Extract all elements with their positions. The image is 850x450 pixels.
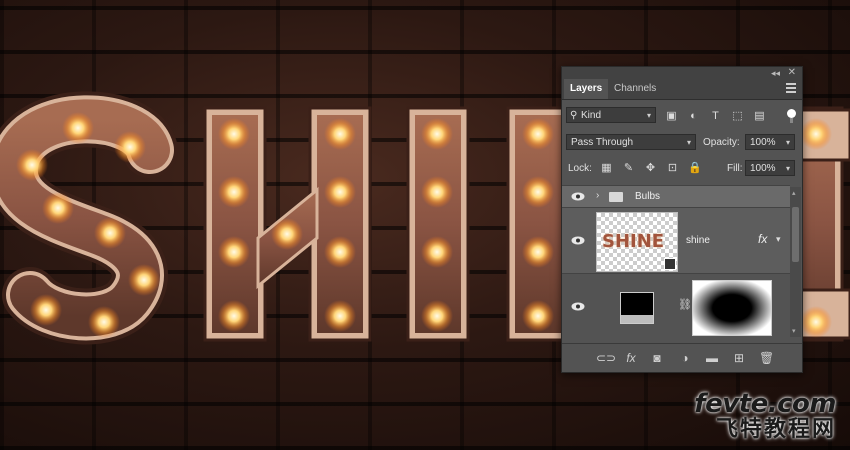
fill-label: Fill: xyxy=(727,163,743,174)
opacity-label: Opacity: xyxy=(703,137,740,148)
blend-row: Pass Through ▾ Opacity: 100% ▾ xyxy=(562,133,802,153)
layer-name: shine xyxy=(686,235,710,246)
blend-mode-value: Pass Through xyxy=(571,137,634,148)
filter-type-icon[interactable]: T xyxy=(709,110,722,123)
delete-layer-icon[interactable]: 🗑 xyxy=(759,351,774,365)
new-adjustment-layer-icon[interactable]: ◑ xyxy=(678,351,692,365)
visibility-eye-icon[interactable] xyxy=(571,302,585,311)
tab-layers[interactable]: Layers xyxy=(564,79,609,99)
chain-link-icon[interactable]: ⛓ xyxy=(678,298,692,311)
watermark: fevte.com 飞特教程网 xyxy=(694,390,836,442)
chevron-down-icon: ▾ xyxy=(785,164,790,173)
lock-artboard-icon[interactable]: ⊡ xyxy=(666,162,679,175)
layer-row-bulbs[interactable]: › Bulbs xyxy=(562,185,790,208)
thumbnail-text: SHINE xyxy=(602,231,665,252)
filter-kind-value: Kind xyxy=(581,110,602,121)
visibility-eye-icon[interactable] xyxy=(571,236,585,245)
scroll-thumb[interactable] xyxy=(792,207,799,262)
chevron-down-icon: ▾ xyxy=(785,138,790,147)
add-layer-style-icon[interactable]: fx xyxy=(624,351,638,365)
link-layers-icon[interactable]: ⊂⊃ xyxy=(596,351,616,365)
opacity-input[interactable]: 100% ▾ xyxy=(745,134,795,150)
lock-all-icon[interactable]: 🔒 xyxy=(688,162,702,175)
lock-row: Lock: ▦ ✎ ✥ ⊡ 🔒 Fill: 100% ▾ xyxy=(562,159,802,179)
filter-toggle-switch[interactable] xyxy=(787,109,796,123)
scroll-up-icon[interactable]: ▴ xyxy=(792,189,796,197)
filter-pixel-icon[interactable]: ▣ xyxy=(665,110,678,123)
panel-menu-icon[interactable] xyxy=(786,83,796,95)
panel-title-strip: ◂◂ ✕ xyxy=(562,67,802,79)
filter-adjustment-icon[interactable]: ◐ xyxy=(687,110,700,123)
panel-tabs: Layers Channels xyxy=(562,79,802,100)
scroll-down-icon[interactable]: ▾ xyxy=(792,327,796,335)
adjustment-thumbnail xyxy=(620,292,654,324)
layers-scrollbar[interactable]: ▴ ▾ xyxy=(790,187,801,337)
chevron-down-icon: ▾ xyxy=(686,138,691,147)
folder-icon xyxy=(609,192,623,202)
filter-row: ⚲ Kind ▾ ▣ ◐ T ⬚ ▤ xyxy=(562,106,802,126)
add-mask-icon[interactable]: ◙ xyxy=(650,351,664,365)
lock-label: Lock: xyxy=(568,163,592,174)
watermark-site: fevte.com xyxy=(694,389,836,419)
layer-row-adjustment[interactable]: ⛓ xyxy=(562,273,790,338)
new-group-icon[interactable]: ▬ xyxy=(705,351,719,365)
tab-channels[interactable]: Channels xyxy=(608,79,662,99)
layer-mask-thumbnail[interactable] xyxy=(692,280,772,336)
new-layer-icon[interactable]: ⊞ xyxy=(732,351,746,365)
lock-transparent-icon[interactable]: ▦ xyxy=(600,162,613,175)
lock-move-icon[interactable]: ✥ xyxy=(644,162,657,175)
fx-icon[interactable]: fx xyxy=(758,232,767,246)
filter-kind-select[interactable]: ⚲ Kind ▾ xyxy=(566,107,656,123)
expand-chevron-icon[interactable]: › xyxy=(596,190,599,201)
search-icon: ⚲ xyxy=(570,110,578,121)
chevron-down-icon[interactable]: ▾ xyxy=(776,234,781,245)
visibility-eye-icon[interactable] xyxy=(571,192,585,201)
layer-row-shine[interactable]: SHINE shine fx ▾ xyxy=(562,207,790,274)
collapse-panel-icon[interactable]: ◂◂ xyxy=(771,67,780,79)
panel-footer: ⊂⊃ fx ◙ ◑ ▬ ⊞ 🗑 xyxy=(562,343,802,372)
layers-panel: ◂◂ ✕ Layers Channels ⚲ Kind ▾ ▣ ◐ T ⬚ ▤ … xyxy=(561,66,803,373)
fill-input[interactable]: 100% ▾ xyxy=(745,160,795,176)
filter-smart-object-icon[interactable]: ▤ xyxy=(753,110,766,123)
smart-object-badge-icon xyxy=(664,258,676,270)
close-panel-icon[interactable]: ✕ xyxy=(788,67,796,79)
filter-shape-icon[interactable]: ⬚ xyxy=(731,110,744,123)
fill-value: 100% xyxy=(750,163,776,174)
blend-mode-select[interactable]: Pass Through ▾ xyxy=(566,134,696,150)
chevron-down-icon: ▾ xyxy=(646,111,651,120)
layer-thumbnail: SHINE xyxy=(596,212,678,272)
opacity-value: 100% xyxy=(750,137,776,148)
layer-name: Bulbs xyxy=(635,191,661,202)
watermark-chinese: 飞特教程网 xyxy=(715,417,836,442)
lock-brush-icon[interactable]: ✎ xyxy=(622,162,635,175)
